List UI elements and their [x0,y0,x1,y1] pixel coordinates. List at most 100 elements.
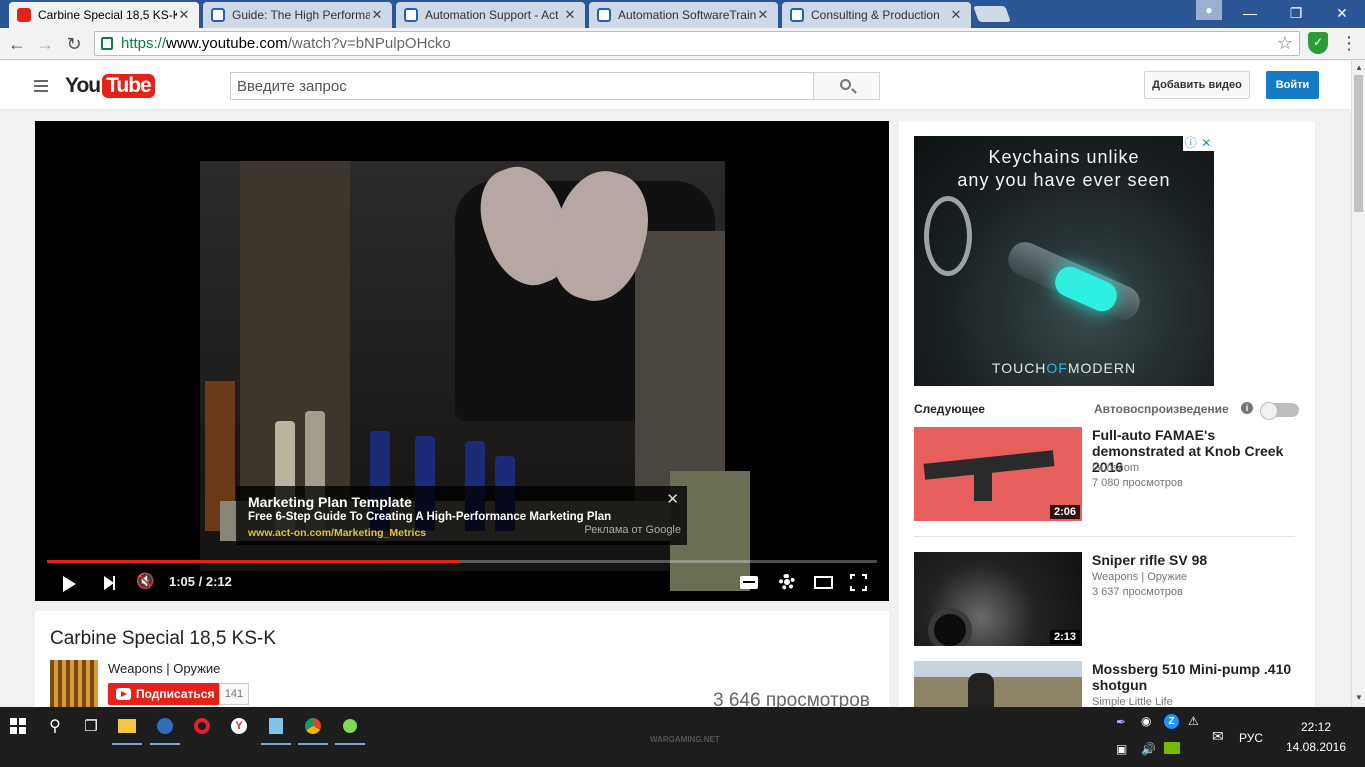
close-window-icon[interactable]: ✕ [1319,0,1365,26]
search-taskbar-icon[interactable]: ⚲ [36,707,74,745]
scroll-up-icon[interactable]: ▲ [1355,63,1363,72]
related-channel: Gunscom [1092,462,1140,474]
related-thumbnail[interactable] [914,661,1082,707]
scroll-down-icon[interactable]: ▼ [1355,693,1363,702]
reload-icon[interactable]: ↻ [62,32,86,56]
channel-name[interactable]: Weapons | Оружие [108,661,220,676]
media-player-icon[interactable] [146,707,184,745]
search-button[interactable] [813,72,880,100]
sign-in-button[interactable]: Войти [1266,71,1319,99]
browser-tab-2[interactable]: Automation Support - Act ✕ [396,2,585,28]
shield-extension-icon[interactable]: ✓ [1308,32,1328,54]
close-tab-icon[interactable]: ✕ [563,7,577,23]
app-green-icon[interactable] [331,707,369,745]
profile-icon[interactable]: ● [1196,0,1222,20]
ad-close-icon[interactable]: ✕ [666,490,679,508]
browser-menu-icon[interactable]: ⋮ [1340,33,1358,54]
video-player[interactable]: Marketing Plan Template Free 6-Step Guid… [35,121,889,601]
watch-sidebar: Keychains unlike any you have ever seen … [899,121,1315,708]
ad-brand-c: MODERN [1067,360,1137,376]
windows-logo-icon [10,718,26,734]
chrome-icon[interactable] [294,707,332,745]
system-clock[interactable]: 22:12 14.08.2016 [1284,717,1348,757]
subtitles-icon[interactable] [740,576,758,589]
related-video[interactable]: 2:13 Sniper rifle SV 98 Weapons | Оружие… [914,552,1299,646]
info-icon[interactable]: i [1241,402,1253,414]
up-next-label: Следующее [914,402,985,416]
network-icon[interactable]: ▣ [1116,742,1127,756]
opera-icon[interactable] [183,707,221,745]
related-thumbnail[interactable]: 2:06 [914,427,1082,521]
video-title: Carbine Special 18,5 KS-K [50,628,277,649]
close-tab-icon[interactable]: ✕ [177,7,191,23]
address-bar[interactable]: https://www.youtube.com/watch?v=bNPulpOH… [94,31,1300,56]
time-display: 1:05 / 2:12 [169,574,232,589]
related-thumbnail[interactable]: 2:13 [914,552,1082,646]
browser-tab-4[interactable]: Consulting & Production ✕ [782,2,971,28]
close-tab-icon[interactable]: ✕ [756,7,770,23]
minimize-icon[interactable]: — [1227,0,1273,26]
scrollbar-thumb[interactable] [1354,75,1363,212]
muted-volume-icon[interactable]: 🔇 [136,573,155,591]
guide-menu-icon[interactable] [34,80,48,92]
start-button[interactable] [0,707,36,745]
sidebar-ad-banner[interactable]: Keychains unlike any you have ever seen … [914,136,1214,386]
player-ad-overlay[interactable]: Marketing Plan Template Free 6-Step Guid… [236,486,687,545]
progress-bar[interactable] [47,560,877,563]
next-video-icon[interactable] [104,576,115,590]
tab-title: Carbine Special 18,5 KS-K [38,8,177,22]
ad-title[interactable]: Marketing Plan Template [248,494,412,510]
browser-tab-1[interactable]: Guide: The High Performa ✕ [203,2,392,28]
keyring-graphic [924,196,972,276]
ad-banner-line1: Keychains unlike [988,147,1140,167]
settings-gear-icon[interactable] [779,574,795,590]
restore-icon[interactable]: ❐ [1273,0,1319,26]
nvidia-icon[interactable] [1164,742,1180,754]
adchoices-icon[interactable]: ⓘ ✕ [1183,136,1214,151]
autoplay-toggle[interactable] [1260,402,1299,420]
browser-tab-0[interactable]: Carbine Special 18,5 KS-K ✕ [9,2,199,28]
folder-glyph [118,719,136,733]
clock-time: 22:12 [1300,720,1332,734]
zoom-tray-icon[interactable]: Z [1164,714,1179,729]
close-tab-icon[interactable]: ✕ [949,7,963,23]
tab-title: Automation SoftwareTrain [618,8,756,22]
yandex-icon[interactable]: Y [220,707,258,745]
channel-avatar[interactable] [50,660,98,708]
new-tab-button[interactable] [973,6,1011,22]
clock-date: 14.08.2016 [1285,740,1347,754]
related-video[interactable]: 2:06 Full-auto FAMAE's demonstrated at K… [914,427,1299,521]
related-title[interactable]: Sniper rifle SV 98 [1092,552,1302,568]
back-arrow-icon[interactable]: ← [5,32,29,56]
notification-icon[interactable]: ✉ [1212,728,1224,745]
fullscreen-icon[interactable] [849,573,868,592]
subscriber-count: 141 [219,683,249,705]
person-graphic [968,673,994,707]
ad-url[interactable]: www.act-on.com/Marketing_Metrics [248,527,426,539]
youtube-logo[interactable]: You Tube [65,73,155,99]
ad-banner-line2: any you have ever seen [957,170,1171,190]
feather-tray-icon[interactable]: ✒ [1116,715,1126,729]
theater-mode-icon[interactable] [814,576,833,589]
related-title[interactable]: Mossberg 510 Mini-pump .410 shotgun [1092,661,1302,693]
power-favicon-icon [211,8,225,22]
browser-tab-3[interactable]: Automation SoftwareTrain ✕ [589,2,778,28]
subscribe-button[interactable]: Подписаться [108,683,220,705]
page-scrollbar[interactable]: ▲ ▼ [1351,61,1365,707]
upload-video-button[interactable]: Добавить видео [1144,71,1250,99]
file-explorer-icon[interactable] [108,707,146,745]
volume-icon[interactable]: 🔊 [1141,742,1156,756]
bookmark-star-icon[interactable]: ☆ [1277,33,1293,54]
tray-app-icon[interactable]: ◉ [1141,714,1151,728]
task-view-icon[interactable]: ❐ [72,707,110,745]
search-input[interactable]: Введите запрос [230,72,814,100]
progress-played [47,560,459,563]
play-icon[interactable] [63,576,76,592]
input-language[interactable]: РУС [1239,731,1263,745]
network-off-icon[interactable]: ⚠ [1188,714,1199,728]
related-video[interactable]: Mossberg 510 Mini-pump .410 shotgun Simp… [914,661,1302,708]
close-tab-icon[interactable]: ✕ [370,7,384,23]
notepad-icon[interactable] [257,707,295,745]
tab-title: Automation Support - Act [425,8,559,22]
forward-arrow-icon[interactable]: → [33,32,57,56]
